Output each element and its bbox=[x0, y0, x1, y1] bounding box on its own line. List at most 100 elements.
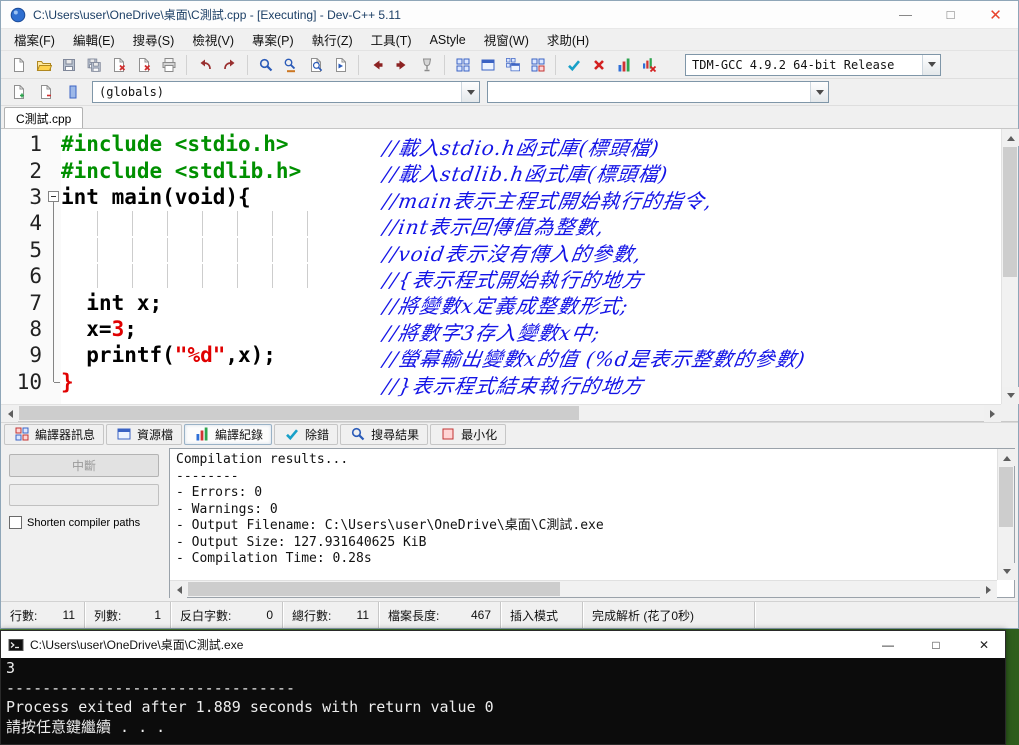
editor-hscrollbar[interactable] bbox=[1, 404, 1001, 422]
scroll-right-icon[interactable] bbox=[984, 405, 1001, 422]
fold-gutter-icon bbox=[47, 131, 61, 157]
shorten-paths-checkbox[interactable] bbox=[9, 516, 22, 529]
panel-tab-debug[interactable]: 除錯 bbox=[274, 423, 339, 445]
chevron-down-icon[interactable] bbox=[922, 54, 940, 75]
code-editor[interactable]: 1 #include <stdio.h>//載入stdio.h函式庫(標頭檔) 2 #… bbox=[1, 129, 1019, 422]
run-button[interactable] bbox=[475, 53, 500, 77]
editor-vscrollbar[interactable] bbox=[1001, 129, 1019, 404]
navigate-forward-button[interactable] bbox=[389, 53, 414, 77]
scroll-down-icon[interactable] bbox=[998, 563, 1015, 580]
console-minimize-button[interactable]: — bbox=[867, 631, 909, 658]
code-line[interactable]: 3 int main(void){//main表示主程式開始執行的指令, bbox=[1, 184, 1001, 213]
project-options-button[interactable] bbox=[60, 80, 85, 104]
chevron-down-icon[interactable] bbox=[461, 82, 479, 102]
stop-execution-button[interactable] bbox=[414, 53, 439, 77]
fold-gutter-icon[interactable] bbox=[47, 184, 61, 211]
line-number: 9 bbox=[29, 343, 42, 368]
globals-select[interactable]: (globals) bbox=[92, 81, 480, 103]
log-hscrollbar-thumb[interactable] bbox=[188, 582, 561, 596]
scroll-left-icon[interactable] bbox=[1, 405, 18, 422]
abort-compilation-button[interactable] bbox=[586, 53, 611, 77]
replace-button[interactable] bbox=[278, 53, 303, 77]
menu-item[interactable]: 搜尋(S) bbox=[124, 29, 184, 50]
editor-hscrollbar-thumb[interactable] bbox=[19, 406, 579, 420]
menu-item[interactable]: 視窗(W) bbox=[475, 29, 538, 50]
code-line[interactable]: 10} //}表示程式結束執行的地方 bbox=[1, 368, 1001, 398]
abort-button[interactable]: 中斷 bbox=[9, 454, 159, 477]
panel-tab-minimize[interactable]: 最小化 bbox=[430, 423, 507, 445]
code-token: ,x); bbox=[225, 343, 276, 368]
profile-analysis-button[interactable] bbox=[611, 53, 636, 77]
menu-item[interactable]: AStyle bbox=[421, 29, 475, 50]
close-button[interactable]: ✕ bbox=[973, 1, 1018, 28]
scroll-right-icon[interactable] bbox=[980, 581, 997, 598]
goto-line-button[interactable] bbox=[328, 53, 353, 77]
panel-tab-resource[interactable]: 資源檔 bbox=[106, 423, 183, 445]
editor-vscrollbar-thumb[interactable] bbox=[1003, 147, 1017, 277]
compile-and-run-button[interactable] bbox=[500, 53, 525, 77]
code-line[interactable]: 2 #include <stdlib.h>//載入stdlib.h函式庫(標頭檔) bbox=[1, 157, 1001, 187]
shorten-paths-option[interactable]: Shorten compiler paths bbox=[9, 516, 159, 529]
delete-profiling-button[interactable] bbox=[636, 53, 661, 77]
save-all-button[interactable] bbox=[81, 53, 106, 77]
scroll-up-icon[interactable] bbox=[998, 449, 1015, 466]
compiler-select[interactable]: TDM-GCC 4.9.2 64-bit Release bbox=[685, 53, 941, 76]
code-line[interactable]: 8 x=3;//將數字3存入變數x中; bbox=[1, 315, 1001, 345]
editor-tab[interactable]: C測試.cpp bbox=[4, 107, 84, 128]
panel-tab-compile-log[interactable]: 編譯紀錄 bbox=[184, 423, 273, 445]
menu-item[interactable]: 專案(P) bbox=[243, 29, 303, 50]
code-area[interactable]: 1 #include <stdio.h>//載入stdio.h函式庫(標頭檔) 2 #… bbox=[1, 129, 1001, 404]
console-window[interactable]: C:\Users\user\OneDrive\桌面\C測試.exe — □ ✕ … bbox=[0, 630, 1006, 745]
console-close-button[interactable]: ✕ bbox=[963, 631, 1005, 658]
console-title-bar[interactable]: C:\Users\user\OneDrive\桌面\C測試.exe — □ ✕ bbox=[1, 631, 1005, 658]
find-button[interactable] bbox=[253, 53, 278, 77]
code-token: x= bbox=[61, 316, 112, 341]
code-line[interactable]: 7 int x;//將變數x定義成整數形式; bbox=[1, 289, 1001, 318]
redo-button[interactable] bbox=[217, 53, 242, 77]
new-file-button[interactable] bbox=[6, 53, 31, 77]
minimize-icon bbox=[439, 426, 456, 443]
syntax-check-icon bbox=[565, 56, 582, 73]
compile-button[interactable] bbox=[450, 53, 475, 77]
title-bar[interactable]: C:\Users\user\OneDrive\桌面\C測試.cpp - [Exe… bbox=[1, 1, 1018, 29]
code-line[interactable]: 1 #include <stdio.h>//載入stdio.h函式庫(標頭檔) bbox=[1, 131, 1001, 160]
console-maximize-button[interactable]: □ bbox=[915, 631, 957, 658]
scroll-up-icon[interactable] bbox=[1002, 129, 1019, 146]
menu-item[interactable]: 工具(T) bbox=[362, 29, 421, 50]
menu-item[interactable]: 檢視(V) bbox=[183, 29, 243, 50]
print-button[interactable] bbox=[156, 53, 181, 77]
add-to-project-button[interactable] bbox=[6, 80, 31, 104]
project-options-icon bbox=[64, 84, 81, 101]
remove-from-project-button[interactable] bbox=[33, 80, 58, 104]
console-output[interactable]: 3 -------------------------------- Process… bbox=[1, 658, 1005, 744]
members-select[interactable] bbox=[487, 81, 829, 103]
close-all-button[interactable] bbox=[131, 53, 156, 77]
save-button[interactable] bbox=[56, 53, 81, 77]
maximize-button[interactable]: □ bbox=[928, 1, 973, 28]
scroll-down-icon[interactable] bbox=[1002, 387, 1019, 404]
undo-button[interactable] bbox=[192, 53, 217, 77]
scroll-left-icon[interactable] bbox=[170, 581, 187, 598]
code-line[interactable]: 9 printf("%d",x);//螢幕輸出變數x的值 (%d是表示整數的參數… bbox=[1, 342, 1001, 371]
rebuild-all-button[interactable] bbox=[525, 53, 550, 77]
menu-item[interactable]: 編輯(E) bbox=[64, 29, 124, 50]
panel-tab-search-results[interactable]: 搜尋結果 bbox=[340, 423, 429, 445]
minimize-button[interactable]: — bbox=[883, 1, 928, 28]
navigate-back-button[interactable] bbox=[364, 53, 389, 77]
code-line[interactable]: 4//int表示回傳值為整數, bbox=[1, 210, 1001, 239]
compile-log-view[interactable]: Compilation results... -------- - Errors: … bbox=[169, 448, 1015, 598]
chevron-down-icon[interactable] bbox=[810, 82, 828, 102]
menu-item[interactable]: 求助(H) bbox=[538, 29, 598, 50]
menu-item[interactable]: 檔案(F) bbox=[5, 29, 64, 50]
log-vscrollbar[interactable] bbox=[997, 449, 1015, 580]
syntax-check-button[interactable] bbox=[561, 53, 586, 77]
panel-tab-compiler-messages[interactable]: 編譯器訊息 bbox=[4, 423, 105, 445]
close-button[interactable] bbox=[106, 53, 131, 77]
log-vscrollbar-thumb[interactable] bbox=[999, 467, 1013, 527]
code-line[interactable]: 6//{表示程式開始執行的地方 bbox=[1, 262, 1001, 292]
log-hscrollbar[interactable] bbox=[170, 580, 997, 598]
menu-item[interactable]: 執行(Z) bbox=[303, 29, 362, 50]
open-button[interactable] bbox=[31, 53, 56, 77]
find-in-files-button[interactable] bbox=[303, 53, 328, 77]
code-line[interactable]: 5//void表示沒有傳入的參數, bbox=[1, 236, 1001, 266]
